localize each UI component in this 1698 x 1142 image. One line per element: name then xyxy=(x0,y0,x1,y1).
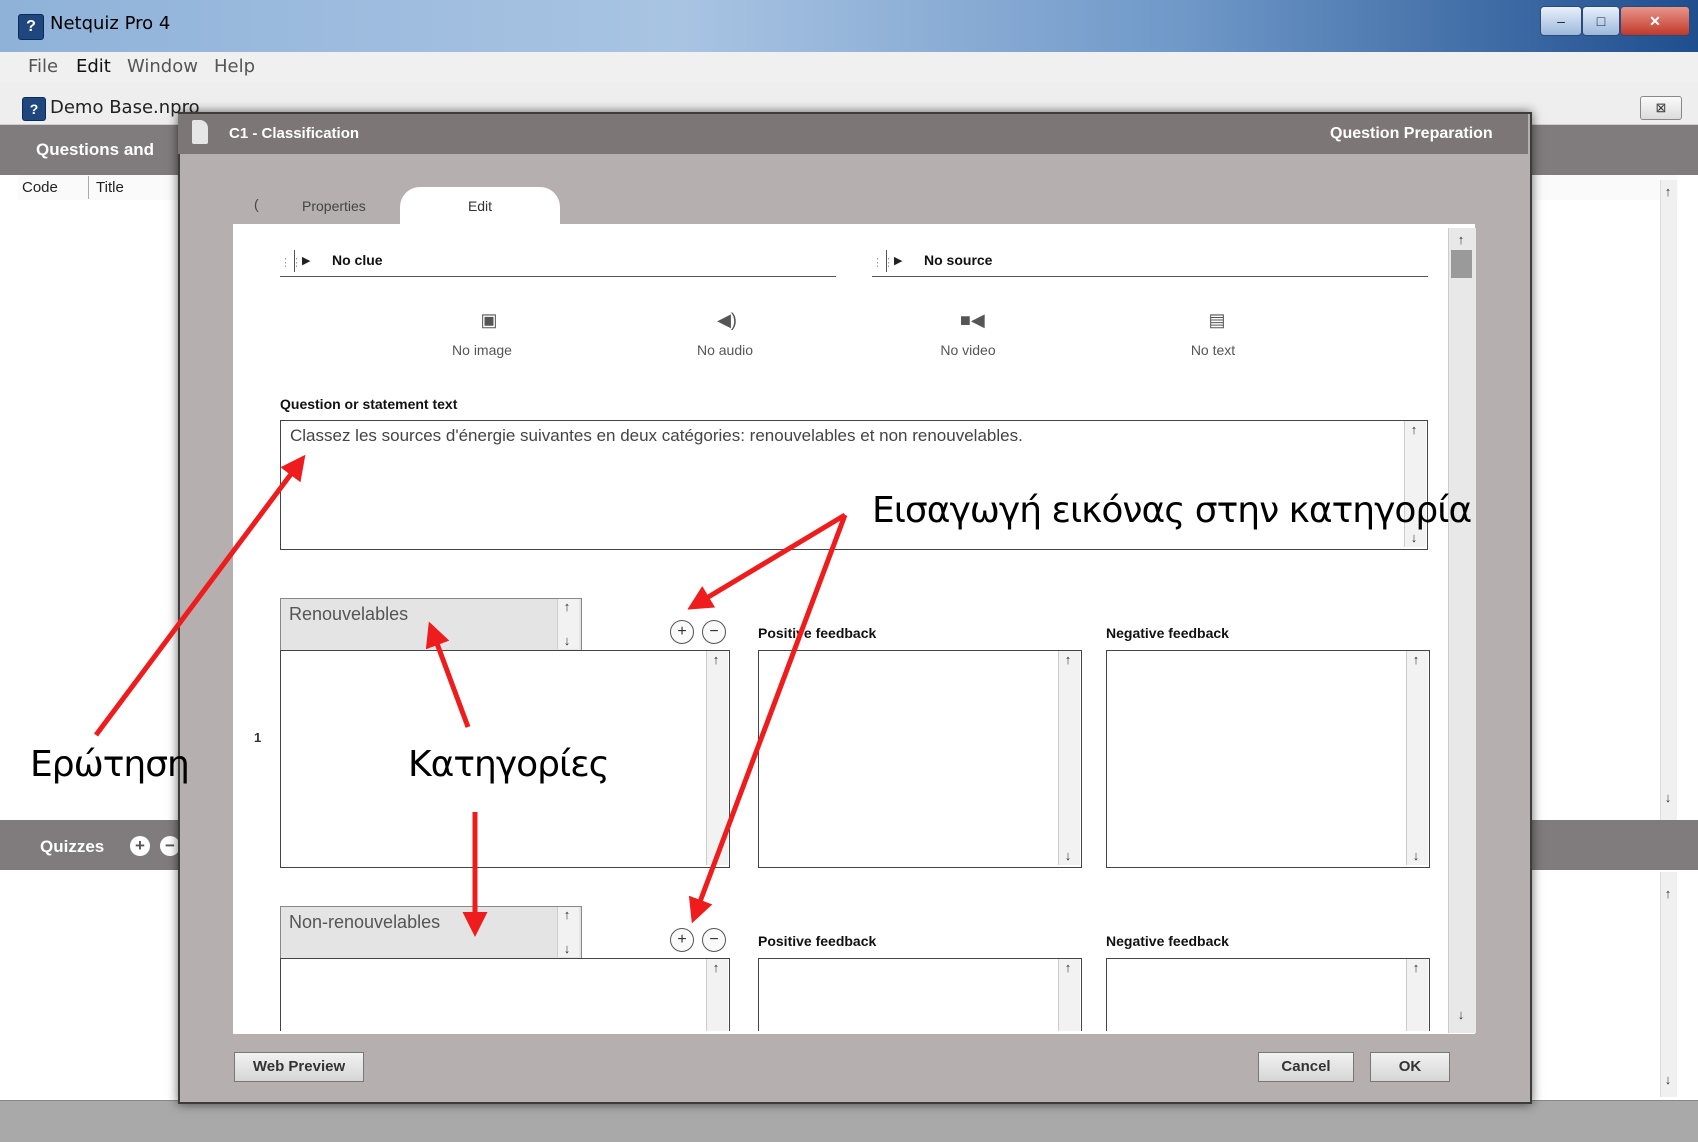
annotation-question: Ερώτηση xyxy=(30,744,190,785)
arrow-to-question xyxy=(93,454,306,737)
arrow-to-add-image-2 xyxy=(688,514,848,924)
arrow-to-category-1 xyxy=(425,621,471,728)
arrow-to-add-image-1 xyxy=(687,512,847,610)
annotation-categories: Κατηγορίες xyxy=(408,744,610,785)
annotation-arrows xyxy=(93,454,848,937)
annotation-insert-image: Εισαγωγή εικόνας στην κατηγορία xyxy=(872,490,1472,531)
